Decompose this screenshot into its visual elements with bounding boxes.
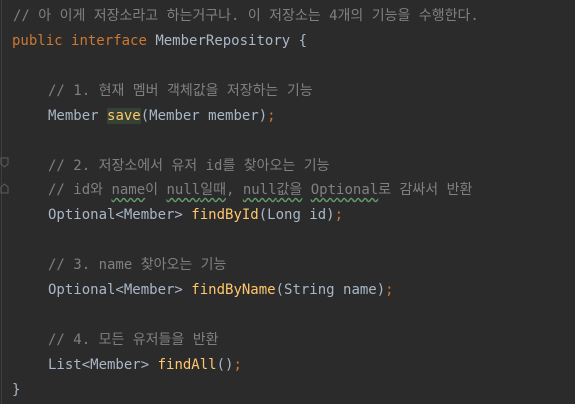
code-editor[interactable]: // 아 이게 저장소라고 하는거구나. 이 저장소는 4개의 기능을 수행한다… (0, 0, 575, 404)
comment-text: 로 감싸서 반환 (378, 182, 473, 198)
comment-text (302, 182, 310, 198)
comment-text: // id와 (48, 182, 112, 198)
method-name-find-by-name: findByName (191, 282, 276, 298)
return-type: Optional<Member> (48, 282, 183, 298)
code-line-comment-find-by-id[interactable]: // 2. 저장소에서 유저 id를 찾아오는 기능 (12, 154, 329, 179)
code-line-find-all-method[interactable]: List<Member> findAll(); (12, 353, 242, 378)
semicolon: ; (385, 282, 394, 298)
comment-text: , (225, 182, 243, 198)
code-line-find-by-id-method[interactable]: Optional<Member> findById(Long id); (12, 203, 343, 228)
close-brace[interactable]: } (12, 378, 20, 403)
return-type: Optional<Member> (48, 207, 183, 223)
gutter-divider (1, 0, 2, 404)
code-line-interface-declaration[interactable]: public interface MemberRepository { (12, 29, 307, 54)
semicolon: ; (233, 357, 242, 373)
method-name-find-all: findAll (157, 357, 217, 373)
code-line-comment-header[interactable]: // 아 이게 저장소라고 하는거구나. 이 저장소는 4개의 기능을 수행한다… (13, 4, 479, 29)
comment-text: 이 (145, 182, 167, 198)
code-line-find-by-name-method[interactable]: Optional<Member> findByName(String name)… (12, 278, 394, 303)
method-params: (Long id) (258, 207, 335, 223)
return-type: Member (48, 108, 99, 124)
code-line-comment-find-by-name[interactable]: // 3. name 찾아오는 기능 (12, 253, 226, 278)
method-params: (Member member) (140, 108, 268, 124)
code-line-comment-optional[interactable]: // id와 name이 null일때, null값을 Optional로 감싸… (12, 178, 472, 203)
interface-name: MemberRepository (155, 33, 291, 49)
keyword-interface: interface (71, 33, 147, 49)
code-line-save-method[interactable]: Member save(Member member); (12, 104, 276, 129)
fold-start-icon[interactable] (0, 157, 9, 168)
code-line-comment-find-all[interactable]: // 4. 모든 유저들을 반환 (12, 328, 218, 353)
method-name-find-by-id: findById (191, 207, 259, 223)
method-name-save: save (107, 108, 141, 124)
semicolon: ; (334, 207, 344, 223)
typo-word: name (111, 182, 146, 198)
typo-word: null (242, 182, 277, 198)
semicolon: ; (267, 108, 276, 124)
typo-word: null (166, 182, 201, 198)
open-brace: { (298, 33, 308, 49)
code-line-comment-save[interactable]: // 1. 현재 멤버 객체값을 저장하는 기능 (12, 79, 313, 104)
typo-word: Optional (310, 182, 379, 198)
method-params: () (216, 357, 234, 373)
keyword-public: public (12, 33, 63, 49)
return-type: List<Member> (48, 357, 150, 373)
fold-end-icon[interactable] (0, 183, 9, 194)
method-params: (String name) (275, 282, 386, 298)
typo-word: 일때 (200, 182, 226, 198)
typo-word: 값을 (276, 182, 303, 198)
